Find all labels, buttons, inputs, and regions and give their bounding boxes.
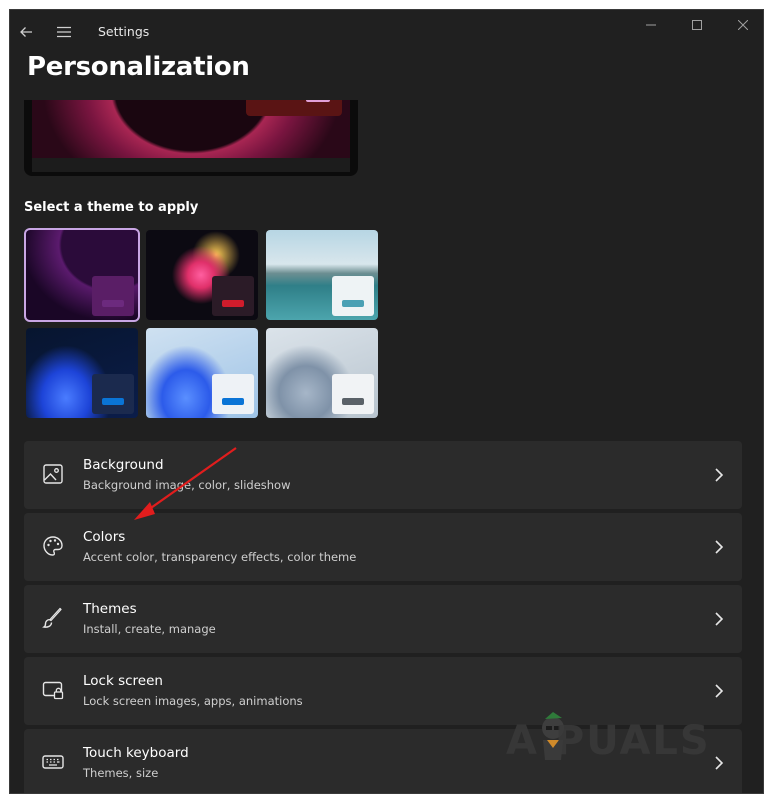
theme-accent-swatch <box>342 300 364 307</box>
minimize-button[interactable] <box>628 10 674 40</box>
appuals-watermark: A PUALS <box>506 718 711 764</box>
theme-tile-2[interactable] <box>146 230 258 320</box>
theme-accent-swatch <box>342 398 364 405</box>
back-button[interactable] <box>12 18 40 46</box>
brush-icon <box>42 607 62 628</box>
preview-taskbar <box>32 158 350 172</box>
keyboard-icon <box>42 755 64 769</box>
setting-card-themes[interactable]: Themes Install, create, manage <box>24 585 742 653</box>
theme-accent-swatch <box>222 398 244 405</box>
chevron-right-icon <box>715 468 724 482</box>
back-arrow-icon <box>20 27 32 37</box>
close-button[interactable] <box>720 10 763 40</box>
settings-content: Select a theme to apply Background Backg… <box>10 100 763 793</box>
setting-card-colors[interactable]: Colors Accent color, transparency effect… <box>24 513 742 581</box>
theme-accent-swatch <box>222 300 244 307</box>
setting-subtitle: Accent color, transparency effects, colo… <box>83 550 357 564</box>
theme-tile-6[interactable] <box>266 328 378 418</box>
chevron-right-icon <box>715 684 724 698</box>
title-bar: Settings <box>10 10 763 52</box>
setting-subtitle: Install, create, manage <box>83 622 216 636</box>
theme-mini-window <box>92 374 134 414</box>
theme-mini-window <box>212 276 254 316</box>
hamburger-icon <box>57 26 71 38</box>
theme-mini-window <box>212 374 254 414</box>
theme-tile-1[interactable] <box>26 230 138 320</box>
setting-title: Colors <box>83 529 126 545</box>
theme-mini-window <box>332 276 374 316</box>
preview-accent-bar <box>306 100 330 102</box>
maximize-icon <box>692 20 702 30</box>
chevron-right-icon <box>715 540 724 554</box>
setting-card-background[interactable]: Background Background image, color, slid… <box>24 441 742 509</box>
theme-accent-swatch <box>102 398 124 405</box>
setting-title: Touch keyboard <box>83 745 189 761</box>
theme-tile-3[interactable] <box>266 230 378 320</box>
setting-subtitle: Lock screen images, apps, animations <box>83 694 303 708</box>
image-icon <box>43 464 63 484</box>
setting-subtitle: Background image, color, slideshow <box>83 478 291 492</box>
theme-mini-window <box>332 374 374 414</box>
setting-title: Background <box>83 457 164 473</box>
preview-window-sample <box>246 100 342 116</box>
settings-window: Settings Personalization Select a theme … <box>10 10 763 793</box>
chevron-right-icon <box>715 756 724 770</box>
close-icon <box>738 20 748 30</box>
theme-tile-4[interactable] <box>26 328 138 418</box>
chevron-right-icon <box>715 612 724 626</box>
setting-title: Lock screen <box>83 673 163 689</box>
navigation-menu-button[interactable] <box>50 18 78 46</box>
setting-card-lock-screen[interactable]: Lock screen Lock screen images, apps, an… <box>24 657 742 725</box>
palette-icon <box>43 536 63 556</box>
app-title: Settings <box>98 24 150 39</box>
theme-preview <box>24 100 358 176</box>
theme-accent-swatch <box>102 300 124 307</box>
theme-tile-5[interactable] <box>146 328 258 418</box>
minimize-icon <box>646 24 656 26</box>
lock-screen-icon <box>42 681 64 700</box>
themes-section-label: Select a theme to apply <box>24 200 199 215</box>
maximize-button[interactable] <box>674 10 720 40</box>
setting-title: Themes <box>83 601 137 617</box>
theme-mini-window <box>92 276 134 316</box>
setting-subtitle: Themes, size <box>83 766 159 780</box>
page-title: Personalization <box>27 52 250 82</box>
